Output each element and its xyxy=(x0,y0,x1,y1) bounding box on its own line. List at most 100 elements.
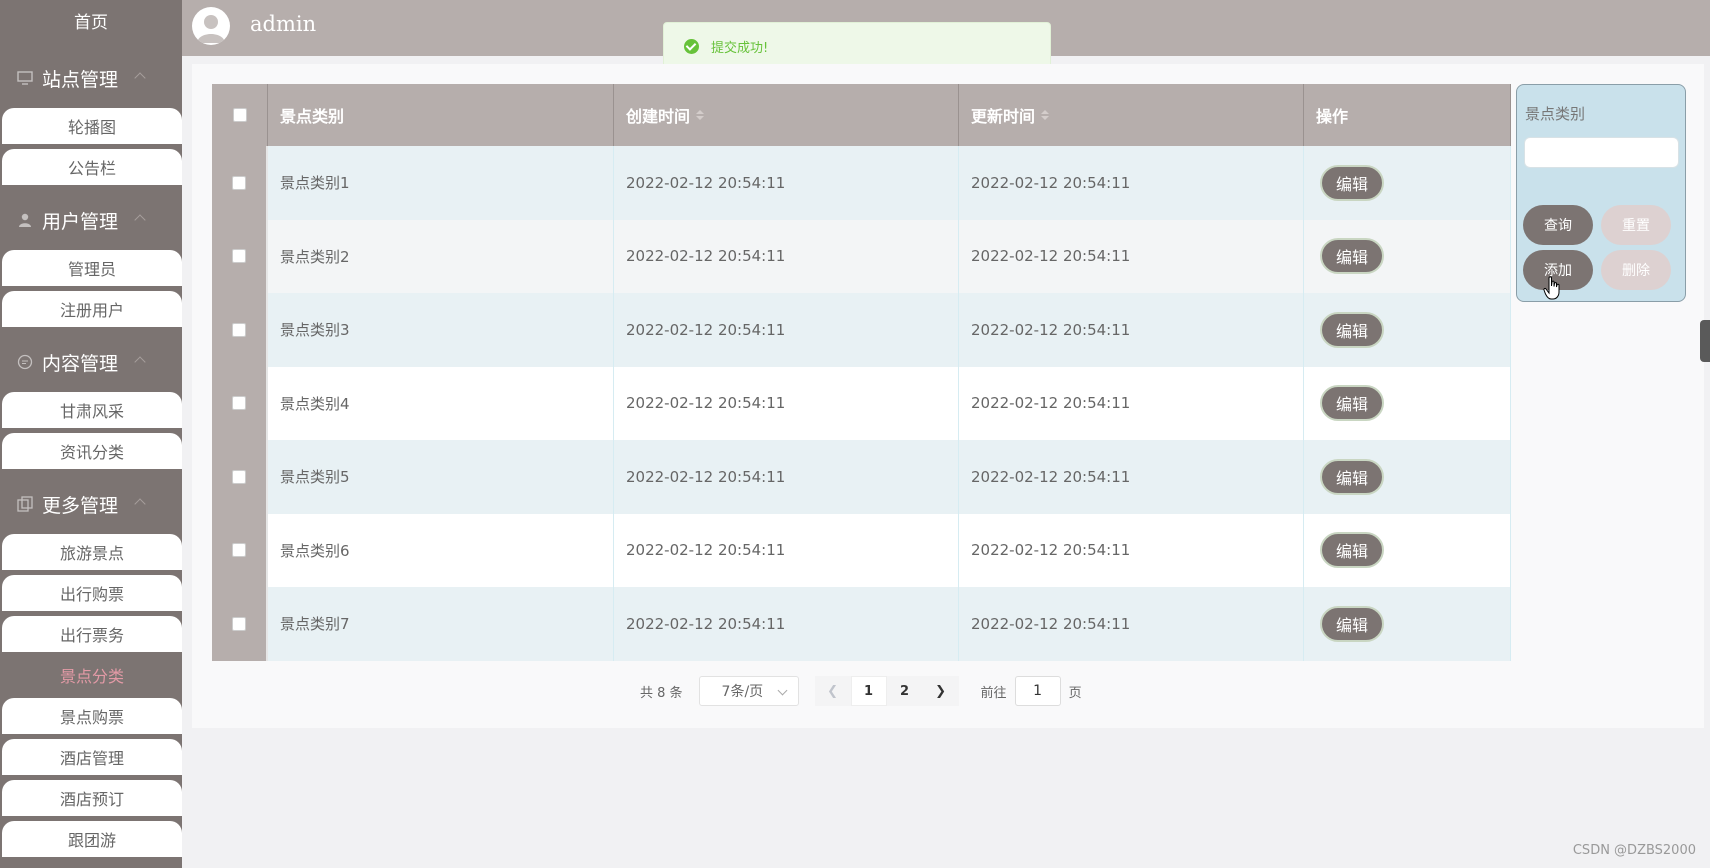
cell-updated: 2022-02-12 20:54:11 xyxy=(959,513,1304,587)
column-category-label: 景点类别 xyxy=(280,107,345,126)
query-button[interactable]: 查询 xyxy=(1523,205,1593,245)
goto-prefix: 前往 xyxy=(980,685,1007,701)
avatar[interactable] xyxy=(192,7,230,45)
table-row: 景点类别6 2022-02-12 20:54:11 2022-02-12 20:… xyxy=(212,513,1511,587)
cell-actions: 编辑 xyxy=(1304,293,1511,367)
cell-created: 2022-02-12 20:54:11 xyxy=(614,440,959,514)
cell-category: 景点类别7 xyxy=(268,587,614,661)
edit-button[interactable]: 编辑 xyxy=(1320,605,1384,642)
cell-created: 2022-02-12 20:54:11 xyxy=(614,513,959,587)
monitor-icon xyxy=(16,69,34,87)
row-select-cell xyxy=(212,587,268,661)
row-checkbox[interactable] xyxy=(232,469,246,484)
sidebar-item-attractions[interactable]: 旅游景点 xyxy=(2,534,182,570)
sidebar-item-registered-users[interactable]: 注册用户 xyxy=(2,291,182,327)
row-checkbox[interactable] xyxy=(232,249,246,264)
chat-icon xyxy=(16,353,34,371)
sidebar-item-home[interactable]: 首页 xyxy=(0,0,182,48)
sidebar-group-site[interactable]: 站点管理 xyxy=(0,48,182,108)
sidebar-item-travel-tickets[interactable]: 出行购票 xyxy=(2,575,182,611)
copy-icon xyxy=(16,495,34,513)
sidebar-item-attraction-tickets[interactable]: 景点购票 xyxy=(2,698,182,734)
check-circle-icon xyxy=(684,39,699,54)
row-checkbox[interactable] xyxy=(232,396,246,411)
search-panel: 景点类别 查询 重置 添加 删除 xyxy=(1516,84,1686,302)
side-drawer-handle[interactable] xyxy=(1700,320,1710,362)
sidebar-group-users[interactable]: 用户管理 xyxy=(0,190,182,250)
cell-created: 2022-02-12 20:54:11 xyxy=(614,366,959,440)
sidebar-group-label: 内容管理 xyxy=(42,352,119,375)
cell-updated: 2022-02-12 20:54:11 xyxy=(959,587,1304,661)
cell-actions: 编辑 xyxy=(1304,146,1511,220)
edit-button[interactable]: 编辑 xyxy=(1320,238,1384,275)
cell-category: 景点类别4 xyxy=(268,366,614,440)
sidebar-item-group-tour[interactable]: 跟团游 xyxy=(2,821,182,857)
chevron-up-icon xyxy=(134,356,146,368)
row-checkbox[interactable] xyxy=(232,322,246,337)
search-label: 景点类别 xyxy=(1525,105,1586,123)
next-page-button[interactable]: ❯ xyxy=(922,676,959,706)
column-header[interactable]: 更新时间 xyxy=(959,84,1304,146)
sidebar-item-gansu-style[interactable]: 甘肃风采 xyxy=(2,392,182,428)
table-row: 景点类别3 2022-02-12 20:54:11 2022-02-12 20:… xyxy=(212,293,1511,367)
table-header: 景点类别 创建时间 更新时间 操作 xyxy=(212,84,1511,146)
sidebar-item-notice[interactable]: 公告栏 xyxy=(2,149,182,185)
cell-updated: 2022-02-12 20:54:11 xyxy=(959,366,1304,440)
table-row: 景点类别1 2022-02-12 20:54:11 2022-02-12 20:… xyxy=(212,146,1511,220)
sidebar-item-admins[interactable]: 管理员 xyxy=(2,250,182,286)
sidebar-item-news-category[interactable]: 资讯分类 xyxy=(2,433,182,469)
prev-page-button[interactable]: ❮ xyxy=(814,676,851,706)
delete-button[interactable]: 删除 xyxy=(1601,250,1671,290)
cell-actions: 编辑 xyxy=(1304,587,1511,661)
sidebar-group-content[interactable]: 内容管理 xyxy=(0,332,182,392)
cell-created: 2022-02-12 20:54:11 xyxy=(614,293,959,367)
sidebar-item-hotel-booking[interactable]: 酒店预订 xyxy=(2,780,182,816)
hand-cursor-icon xyxy=(1543,276,1560,300)
sidebar-item-attraction-category[interactable]: 景点分类 xyxy=(2,657,182,693)
page-button-2[interactable]: 2 xyxy=(886,676,923,706)
edit-button[interactable]: 编辑 xyxy=(1320,311,1384,348)
user-icon xyxy=(16,211,34,229)
row-checkbox[interactable] xyxy=(232,175,246,190)
edit-button[interactable]: 编辑 xyxy=(1320,385,1384,422)
edit-button[interactable]: 编辑 xyxy=(1320,532,1384,569)
cell-created: 2022-02-12 20:54:11 xyxy=(614,146,959,220)
sort-icon[interactable] xyxy=(696,110,705,120)
column-header: 操作 xyxy=(1304,84,1511,146)
sidebar-group-more[interactable]: 更多管理 xyxy=(0,474,182,534)
column-header[interactable]: 创建时间 xyxy=(614,84,959,146)
cell-actions: 编辑 xyxy=(1304,219,1511,293)
edit-button[interactable]: 编辑 xyxy=(1320,164,1384,201)
row-select-cell xyxy=(212,366,268,440)
sort-icon[interactable] xyxy=(1041,110,1050,120)
chevron-up-icon xyxy=(134,498,146,510)
data-table: 景点类别 创建时间 更新时间 操作 景点类别1 2022-02-12 20:54… xyxy=(212,84,1511,661)
toast-message: 提交成功! xyxy=(711,41,769,56)
cell-category: 景点类别5 xyxy=(268,440,614,514)
row-select-cell xyxy=(212,440,268,514)
column-header: 景点类别 xyxy=(268,84,614,146)
column-updated-label: 更新时间 xyxy=(971,107,1036,126)
cell-updated: 2022-02-12 20:54:11 xyxy=(959,440,1304,514)
cell-category: 景点类别2 xyxy=(268,219,614,293)
page-button-1[interactable]: 1 xyxy=(850,676,887,706)
row-checkbox[interactable] xyxy=(232,616,246,631)
select-all-cell xyxy=(212,84,268,146)
row-select-cell xyxy=(212,293,268,367)
sidebar: 首页 站点管理 轮播图 公告栏 用户管理 管理员 注册用户 内容管理 甘肃风采 … xyxy=(0,0,182,868)
row-checkbox[interactable] xyxy=(232,543,246,558)
reset-button[interactable]: 重置 xyxy=(1601,205,1671,245)
sidebar-group-label: 站点管理 xyxy=(42,68,119,91)
goto-page-input[interactable]: 1 xyxy=(1014,676,1061,706)
sidebar-item-ticket-service[interactable]: 出行票务 xyxy=(2,616,182,652)
sidebar-item-hotels[interactable]: 酒店管理 xyxy=(2,739,182,775)
cell-created: 2022-02-12 20:54:11 xyxy=(614,219,959,293)
cell-actions: 编辑 xyxy=(1304,440,1511,514)
search-input[interactable] xyxy=(1524,137,1679,168)
edit-button[interactable]: 编辑 xyxy=(1320,458,1384,495)
sidebar-item-carousel[interactable]: 轮播图 xyxy=(2,108,182,144)
select-all-checkbox[interactable] xyxy=(232,108,247,122)
goto-page: 前往 1 页 xyxy=(981,676,1082,706)
username: admin xyxy=(250,12,317,36)
page-size-select[interactable]: 7条/页 xyxy=(698,676,799,706)
